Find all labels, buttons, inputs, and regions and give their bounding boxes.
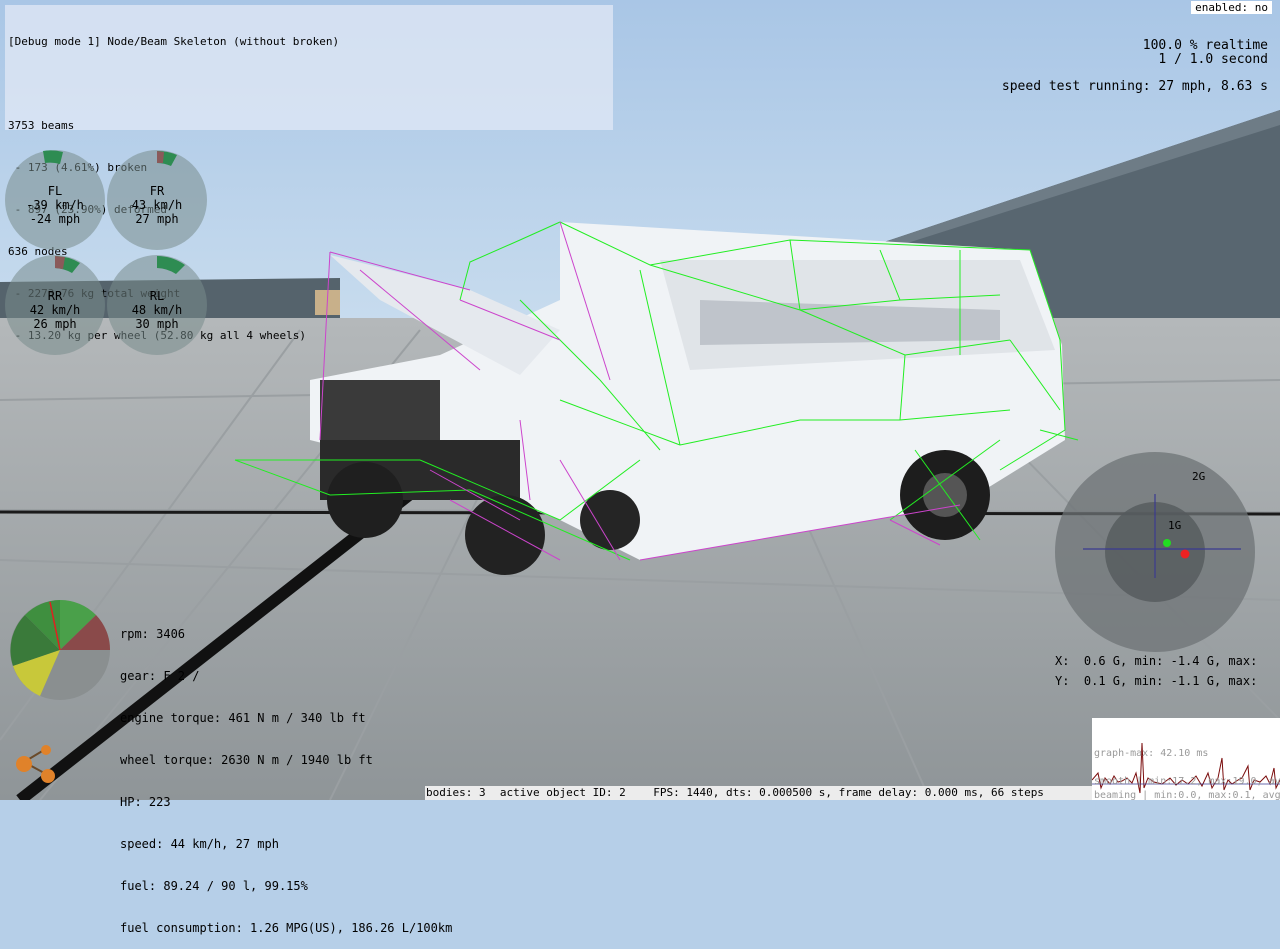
engine-speed: speed: 44 km/h, 27 mph (120, 837, 279, 851)
status-bar: bodies: 3 active object ID: 2 FPS: 1440,… (425, 786, 1092, 800)
debug-title: [Debug mode 1] Node/Beam Skeleton (witho… (8, 35, 340, 48)
beamng-logo-icon[interactable] (12, 744, 60, 786)
g-readout-x: X: 0.6 G, min: -1.4 G, max: (1055, 654, 1258, 668)
wheel-mph: 30 mph (135, 317, 179, 331)
graph-max-label: graph-max: 42.10 ms (1094, 748, 1209, 759)
realtime-ratio: 1 / 1.0 second (1158, 52, 1268, 67)
g-force-meter (1055, 452, 1255, 652)
debug-info-panel: [Debug mode 1] Node/Beam Skeleton (witho… (5, 5, 613, 342)
wheel-kmh: 48 km/h (131, 303, 183, 317)
g-label-1g: 1G (1168, 519, 1182, 532)
g-label-2g: 2G (1192, 470, 1206, 483)
wheel-gauge-rl: RL 48 km/h 30 mph (107, 255, 207, 355)
wheel-kmh: 43 km/h (131, 198, 183, 212)
g-current-dot (1163, 539, 1171, 547)
engine-rpm: rpm: 3406 (120, 627, 186, 641)
engine-hp: HP: 223 (120, 795, 171, 809)
graph-beaming-label: beaming | min:0.0, max:0.1, avg:0.0 (1094, 790, 1280, 800)
wheel-gauge-fl: FL -39 km/h -24 mph (5, 150, 105, 250)
status-bodies: bodies: 3 (426, 786, 486, 799)
debug-beams-total: 3753 beams (8, 119, 75, 132)
engine-info: rpm: 3406 gear: F 2 / engine torque: 461… (120, 599, 452, 949)
engine-fuel-consumption: fuel consumption: 1.26 MPG(US), 186.26 L… (120, 921, 453, 935)
realtime-percent: 100.0 % realtime (1142, 38, 1268, 53)
timing-graph-plot (1092, 742, 1280, 794)
engine-torque: engine torque: 461 N m / 340 lb ft (120, 711, 366, 725)
g-peak-dot (1180, 549, 1190, 559)
wheel-name: FR (149, 184, 165, 198)
wheel-kmh: 42 km/h (29, 303, 81, 317)
timing-graph: graph-max: 42.10 ms smooth | min:17.2, m… (1092, 718, 1280, 800)
graph-smooth-label: smooth | min:17.2, max:19.0, avg:17.5 (1094, 776, 1280, 787)
engine-fuel: fuel: 89.24 / 90 l, 99.15% (120, 879, 308, 893)
engine-gear: gear: F 2 / (120, 669, 200, 683)
wheel-name: RR (47, 289, 63, 303)
wheel-mph: 27 mph (135, 212, 179, 226)
wheel-name: RL (149, 289, 165, 303)
status-fps: FPS: 1440, dts: 0.000500 s, frame delay:… (653, 786, 1044, 799)
g-readout-y: Y: 0.1 G, min: -1.1 G, max: (1055, 674, 1258, 688)
wheel-gauge-fr: FR 43 km/h 27 mph (107, 150, 207, 250)
enabled-status: enabled: no (1191, 1, 1272, 14)
wheel-kmh: -39 km/h (26, 198, 84, 212)
wheel-torque: wheel torque: 2630 N m / 1940 lb ft (120, 753, 373, 767)
status-active-object: active object ID: 2 (499, 786, 626, 799)
wheel-mph: -24 mph (29, 212, 81, 226)
wheel-mph: 26 mph (33, 317, 77, 331)
wheel-gauge-rr: RR 42 km/h 26 mph (5, 255, 105, 355)
debug-spacer (8, 77, 610, 91)
speed-test-status: speed test running: 27 mph, 8.63 s (1001, 79, 1268, 94)
wheel-name: FL (47, 184, 63, 198)
engine-gauge-pie (10, 600, 110, 700)
